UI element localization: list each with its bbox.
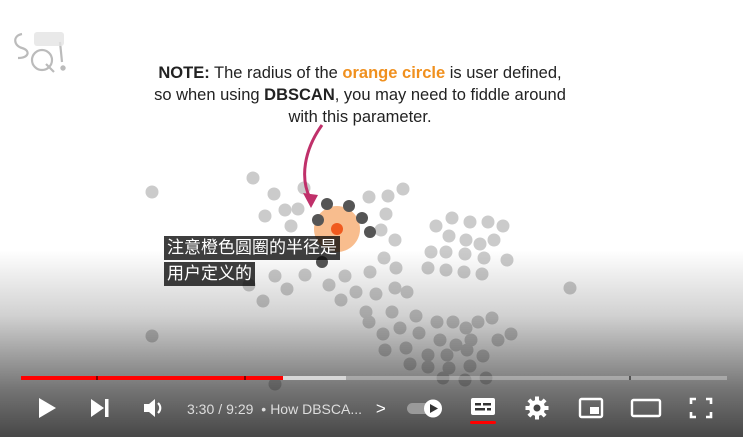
theater-icon xyxy=(630,398,662,418)
dark-point xyxy=(364,226,376,238)
miniplayer-button[interactable] xyxy=(574,388,608,428)
scatter-point xyxy=(496,219,510,233)
time-separator: / xyxy=(218,401,223,417)
subtitles: 注意橙色圆圈的半径是 用户定义的 xyxy=(164,236,340,288)
note-text: The radius of the xyxy=(209,64,343,82)
scatter-point xyxy=(246,171,260,185)
scatter-point xyxy=(267,187,281,201)
next-button[interactable] xyxy=(83,388,117,428)
subtitle-line: 注意橙色圆圈的半径是 xyxy=(164,236,340,260)
scatter-point xyxy=(258,209,272,223)
player-controls: 3:30/9:29 • How DBSCA... > xyxy=(0,388,743,428)
mute-button[interactable] xyxy=(137,388,171,428)
scatter-point xyxy=(278,203,292,217)
scatter-point xyxy=(473,237,487,251)
fullscreen-button[interactable] xyxy=(684,388,718,428)
core-point xyxy=(331,223,343,235)
scatter-point xyxy=(388,233,402,247)
dark-point xyxy=(343,200,355,212)
chapter-gap xyxy=(96,376,98,380)
dark-point xyxy=(356,212,368,224)
settings-button[interactable] xyxy=(520,388,554,428)
chapter-gap xyxy=(244,376,246,380)
dark-point xyxy=(321,198,333,210)
note-prefix: NOTE: xyxy=(158,64,210,82)
pointer-arrowhead xyxy=(303,193,318,208)
chapter-arrow[interactable]: > xyxy=(376,399,386,418)
scatter-point xyxy=(445,211,459,225)
time-display: 3:30/9:29 • How DBSCA... > xyxy=(187,399,386,419)
scatter-point xyxy=(284,219,298,233)
autoplay-toggle[interactable] xyxy=(404,388,446,428)
subtitles-button[interactable] xyxy=(465,388,501,428)
scatter-point xyxy=(442,229,456,243)
scatter-point xyxy=(362,190,376,204)
video-player[interactable]: NOTE: The radius of the orange circle is… xyxy=(0,0,743,437)
scatter-point xyxy=(396,182,410,196)
note-dbscan: DBSCAN xyxy=(264,86,335,104)
current-time: 3:30 xyxy=(187,401,215,417)
chapter-gap xyxy=(629,376,631,380)
next-icon xyxy=(91,399,109,417)
scatter-point xyxy=(481,215,495,229)
scatter-point xyxy=(429,219,443,233)
dark-point xyxy=(312,214,324,226)
note-highlight: orange circle xyxy=(342,64,446,82)
duration: 9:29 xyxy=(226,401,254,417)
fullscreen-icon xyxy=(689,397,713,419)
chapter-dot: • xyxy=(261,401,267,417)
autoplay-toggle-icon xyxy=(407,399,442,418)
theater-button[interactable] xyxy=(627,388,665,428)
play-button[interactable] xyxy=(30,388,64,428)
scatter-point xyxy=(381,189,395,203)
scatter-point xyxy=(145,185,159,199)
pointer-arrow xyxy=(303,124,324,199)
miniplayer-icon xyxy=(578,397,604,419)
scatter-point xyxy=(291,202,305,216)
settings-icon xyxy=(525,396,549,420)
scatter-point xyxy=(487,233,501,247)
chapter-title[interactable]: How DBSCA... xyxy=(270,401,362,417)
volume-icon xyxy=(144,399,162,417)
scatter-point xyxy=(463,215,477,229)
play-icon xyxy=(39,398,56,418)
note-annotation: NOTE: The radius of the orange circle is… xyxy=(150,62,570,128)
statquest-logo xyxy=(8,24,72,85)
scatter-point xyxy=(459,233,473,247)
subtitle-line: 用户定义的 xyxy=(164,262,255,286)
subtitles-icon xyxy=(470,398,496,424)
scatter-point xyxy=(374,223,388,237)
progress-bar[interactable] xyxy=(21,376,727,380)
scatter-point xyxy=(379,207,393,221)
